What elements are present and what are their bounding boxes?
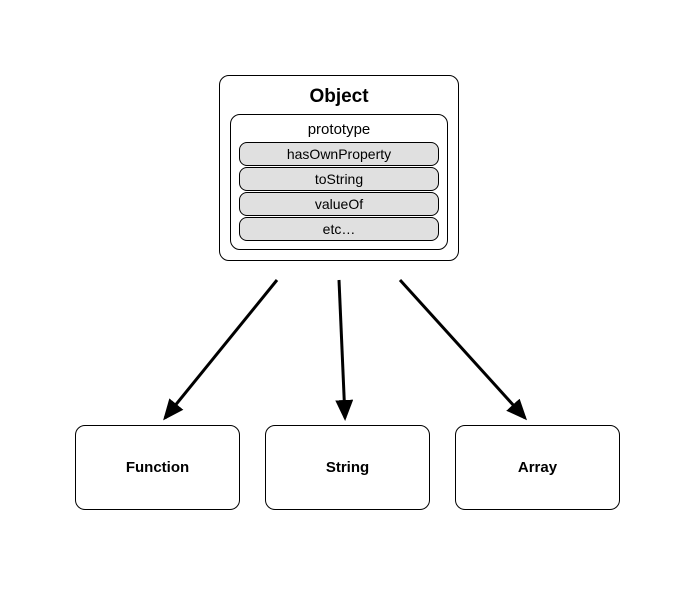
- object-title: Object: [230, 86, 448, 108]
- array-label: Array: [518, 459, 557, 476]
- method-valueof: valueOf: [239, 192, 439, 216]
- prototype-box: prototype hasOwnProperty toString valueO…: [230, 114, 448, 250]
- method-tostring: toString: [239, 167, 439, 191]
- function-label: Function: [126, 459, 189, 476]
- method-hasownproperty: hasOwnProperty: [239, 142, 439, 166]
- arrow-to-array: [400, 280, 525, 418]
- prototype-label: prototype: [239, 121, 439, 138]
- array-box: Array: [455, 425, 620, 510]
- arrow-to-function: [165, 280, 277, 418]
- method-etc: etc…: [239, 217, 439, 241]
- string-box: String: [265, 425, 430, 510]
- object-box: Object prototype hasOwnProperty toString…: [219, 75, 459, 261]
- string-label: String: [326, 459, 369, 476]
- arrow-to-string: [339, 280, 345, 418]
- function-box: Function: [75, 425, 240, 510]
